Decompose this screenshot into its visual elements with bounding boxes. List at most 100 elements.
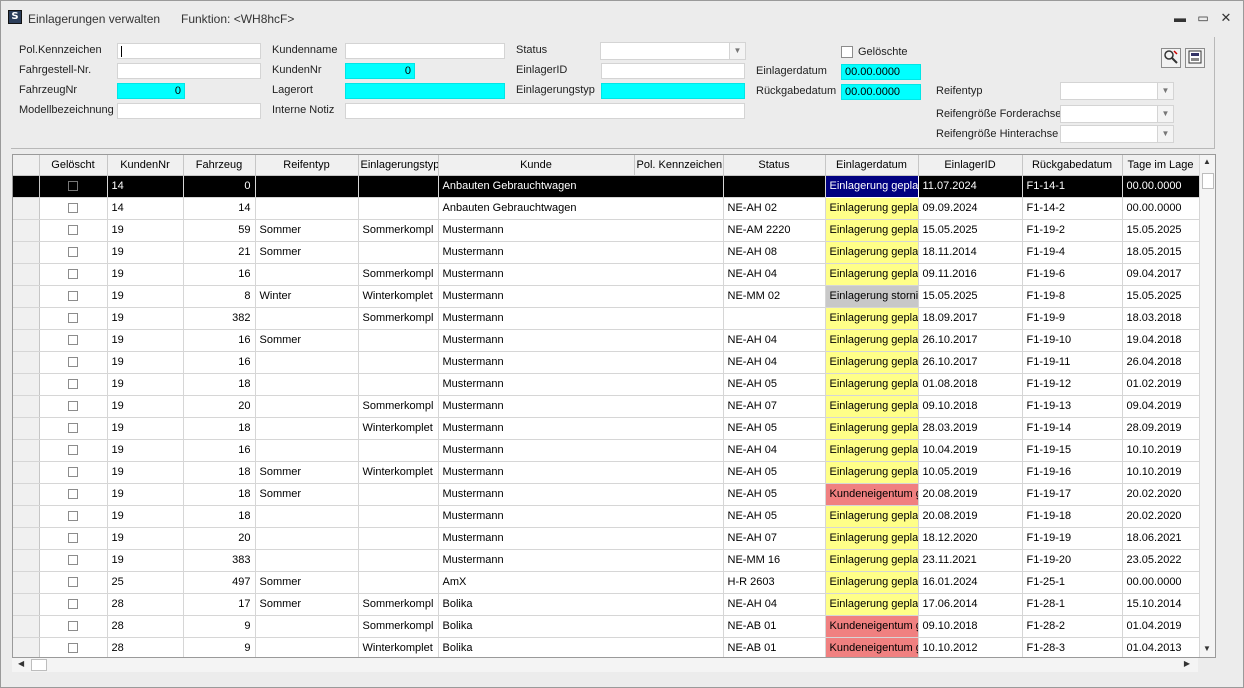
- geloescht-checkbox[interactable]: [68, 533, 78, 544]
- geloescht-checkbox[interactable]: [68, 467, 78, 478]
- vertical-scrollbar[interactable]: ▲ ▼: [1199, 155, 1215, 657]
- minimize-button[interactable]: ▬: [1172, 10, 1188, 26]
- geloescht-checkbox[interactable]: [68, 269, 78, 280]
- geloescht-cell[interactable]: [39, 615, 108, 638]
- geloescht-cell[interactable]: [39, 637, 108, 657]
- row-indicator[interactable]: [13, 637, 40, 657]
- column-header[interactable]: KundenNr: [107, 155, 184, 176]
- column-header[interactable]: Einlagerungstyp: [358, 155, 439, 176]
- geloescht-cell[interactable]: [39, 219, 108, 242]
- geloescht-checkbox[interactable]: [68, 445, 78, 456]
- pol-kennzeichen-input[interactable]: [117, 43, 261, 59]
- row-indicator[interactable]: [13, 373, 40, 396]
- maximize-button[interactable]: ▭: [1195, 10, 1211, 26]
- reifentyp-select[interactable]: ▼: [1060, 82, 1174, 100]
- row-indicator[interactable]: [13, 483, 40, 506]
- row-indicator[interactable]: [13, 395, 40, 418]
- row-indicator[interactable]: [13, 571, 40, 594]
- row-indicator[interactable]: [13, 219, 40, 242]
- column-header[interactable]: Einlagerdatum: [825, 155, 919, 176]
- table-row[interactable]: 28 9 Sommerkompl Bolika NE-AB 01 Kundeneigent…: [13, 615, 1200, 638]
- geloescht-cell[interactable]: [39, 175, 108, 198]
- geloescht-checkbox[interactable]: [68, 291, 78, 302]
- table-row[interactable]: 14 14 Anbauten Gebrauchtwagen NE-AH 02 Einla…: [13, 197, 1200, 220]
- fahrzeug-nr-input[interactable]: 0: [117, 83, 185, 99]
- reifengroesse-vorne-select[interactable]: ▼: [1060, 105, 1174, 123]
- geloescht-checkbox[interactable]: [68, 555, 78, 566]
- geloescht-checkbox[interactable]: [68, 423, 78, 434]
- vertical-scroll-thumb[interactable]: [1202, 173, 1214, 189]
- row-indicator[interactable]: [13, 527, 40, 550]
- table-row[interactable]: 19 18 Mustermann NE-AH 05 Einlagerung geplar…: [13, 373, 1200, 396]
- row-indicator[interactable]: [13, 329, 40, 352]
- geloescht-checkbox[interactable]: [68, 335, 78, 346]
- modellbezeichnung-input[interactable]: [117, 103, 261, 119]
- geloescht-checkbox[interactable]: [68, 247, 78, 258]
- column-header[interactable]: EinlagerID: [918, 155, 1023, 176]
- geloescht-cell[interactable]: [39, 351, 108, 374]
- geloescht-cell[interactable]: [39, 483, 108, 506]
- search-button[interactable]: [1161, 48, 1181, 68]
- row-indicator[interactable]: [13, 439, 40, 462]
- rueckgabedatum-input[interactable]: 00.00.0000: [841, 84, 921, 100]
- row-indicator[interactable]: [13, 197, 40, 220]
- column-header[interactable]: Tage im Lage: [1122, 155, 1200, 176]
- geloescht-checkbox[interactable]: [68, 621, 78, 632]
- scroll-right-icon[interactable]: ▶: [1184, 659, 1190, 668]
- geloescht-checkbox[interactable]: [68, 511, 78, 522]
- geloescht-checkbox[interactable]: [68, 313, 78, 324]
- column-header[interactable]: Rückgabedatum: [1022, 155, 1123, 176]
- geloeschte-checkbox[interactable]: [841, 46, 853, 58]
- close-button[interactable]: ✕: [1218, 10, 1234, 26]
- table-row[interactable]: 25 497 Sommer AmX H-R 2603 Einlagerung geplar…: [13, 571, 1200, 594]
- geloescht-checkbox[interactable]: [68, 599, 78, 610]
- chevron-down-icon[interactable]: ▼: [1157, 106, 1173, 122]
- geloescht-cell[interactable]: [39, 373, 108, 396]
- reifengroesse-hinten-select[interactable]: ▼: [1060, 125, 1174, 143]
- horizontal-scroll-thumb[interactable]: [31, 659, 47, 671]
- einlagerungstyp-input[interactable]: [601, 83, 745, 99]
- scroll-up-icon[interactable]: ▲: [1203, 157, 1211, 166]
- geloescht-checkbox[interactable]: [68, 225, 78, 236]
- table-row[interactable]: 19 382 Sommerkompl Mustermann Einlagerung ge…: [13, 307, 1200, 330]
- column-header[interactable]: Status: [723, 155, 826, 176]
- row-indicator[interactable]: [13, 175, 40, 198]
- row-indicator[interactable]: [13, 351, 40, 374]
- geloescht-checkbox[interactable]: [68, 577, 78, 588]
- row-indicator[interactable]: [13, 307, 40, 330]
- row-indicator[interactable]: [13, 417, 40, 440]
- row-indicator[interactable]: [13, 461, 40, 484]
- row-indicator[interactable]: [13, 593, 40, 616]
- einlager-id-input[interactable]: [601, 63, 745, 79]
- geloescht-cell[interactable]: [39, 527, 108, 550]
- geloescht-checkbox[interactable]: [68, 357, 78, 368]
- geloescht-cell[interactable]: [39, 549, 108, 572]
- column-header[interactable]: Gelöscht: [39, 155, 108, 176]
- kunden-nr-input[interactable]: 0: [345, 63, 415, 79]
- row-indicator[interactable]: [13, 505, 40, 528]
- table-row[interactable]: 14 0 Anbauten Gebrauchtwagen Einlagerung ge…: [13, 174, 1200, 198]
- horizontal-scrollbar[interactable]: ◀ ▶: [12, 658, 1198, 672]
- table-row[interactable]: 19 16 Mustermann NE-AH 04 Einlagerung geplar…: [13, 439, 1200, 462]
- table-row[interactable]: 19 21 Sommer Mustermann NE-AH 08 Einlagerung …: [13, 241, 1200, 264]
- scroll-down-icon[interactable]: ▼: [1203, 644, 1211, 653]
- geloescht-cell[interactable]: [39, 461, 108, 484]
- geloescht-cell[interactable]: [39, 197, 108, 220]
- geloescht-cell[interactable]: [39, 395, 108, 418]
- table-row[interactable]: 19 20 Sommerkompl Mustermann NE-AH 07 Einlage…: [13, 395, 1200, 418]
- geloescht-checkbox[interactable]: [68, 379, 78, 390]
- geloescht-checkbox[interactable]: [68, 489, 78, 500]
- geloescht-cell[interactable]: [39, 263, 108, 286]
- scroll-left-icon[interactable]: ◀: [18, 659, 24, 668]
- geloescht-cell[interactable]: [39, 241, 108, 264]
- chevron-down-icon[interactable]: ▼: [729, 43, 745, 59]
- column-header[interactable]: Fahrzeug: [183, 155, 256, 176]
- table-row[interactable]: 28 9 Winterkomplet Bolika NE-AB 01 Kundeneige…: [13, 637, 1200, 657]
- table-row[interactable]: 19 18 Sommer Mustermann NE-AH 05 Kundeneigent…: [13, 483, 1200, 506]
- fahrgestell-nr-input[interactable]: [117, 63, 261, 79]
- table-row[interactable]: 19 20 Mustermann NE-AH 07 Einlagerung geplar…: [13, 527, 1200, 550]
- interne-notiz-input[interactable]: [345, 103, 745, 119]
- einlagerdatum-input[interactable]: 00.00.0000: [841, 64, 921, 80]
- table-row[interactable]: 19 18 Winterkomplet Mustermann NE-AH 05 Einla…: [13, 417, 1200, 440]
- geloescht-cell[interactable]: [39, 329, 108, 352]
